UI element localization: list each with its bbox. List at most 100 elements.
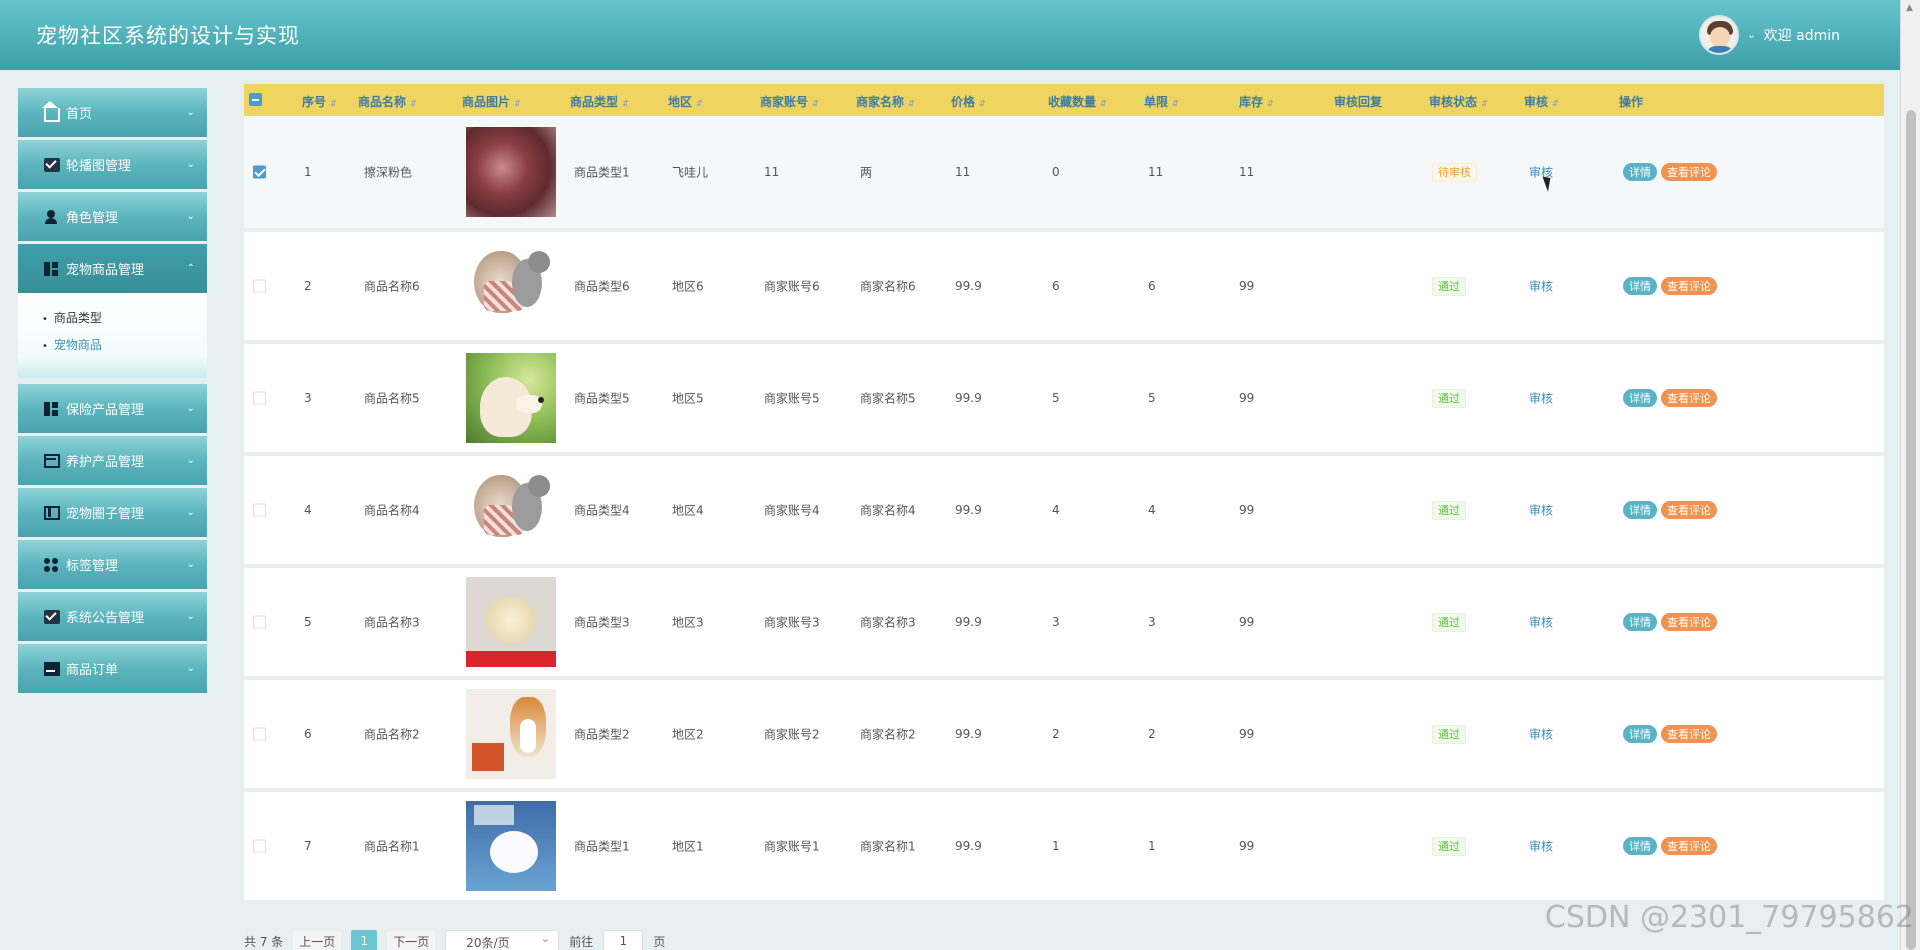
audit-link[interactable]: 审核 [1529,614,1553,631]
cell-type: 商品类型3 [574,615,630,630]
sort-icon[interactable]: ⇵ [410,99,417,108]
sidebar-item-7[interactable]: 标签管理 ⌄ [18,540,207,589]
column-header-13[interactable]: 审核 ⇵ [1524,93,1559,110]
row-checkbox[interactable] [253,391,266,405]
sidebar: 首页⌄轮播图管理⌄角色管理⌄宠物商品管理⌃ 商品类型宠物商品保险产品管理⌄养护产品… [18,88,207,696]
audit-link[interactable]: 审核 [1529,726,1553,743]
detail-button[interactable]: 详情 [1623,725,1657,743]
column-header-8[interactable]: 收藏数量 ⇵ [1048,93,1107,110]
sidebar-item-4[interactable]: 保险产品管理 ⌄ [18,384,207,433]
audit-link[interactable]: 审核 [1529,278,1553,295]
column-header-3[interactable]: 商品类型 ⇵ [570,93,629,110]
view-comments-button[interactable]: 查看评论 [1661,725,1717,743]
column-header-2[interactable]: 商品图片 ⇵ [462,93,521,110]
row-checkbox[interactable] [253,615,266,629]
view-comments-button[interactable]: 查看评论 [1661,389,1717,407]
detail-button[interactable]: 详情 [1623,837,1657,855]
column-label: 收藏数量 [1048,95,1097,109]
column-header-7[interactable]: 价格 ⇵ [951,93,986,110]
status-badge: 通过 [1432,501,1466,520]
grid-icon [44,401,60,416]
chevron-down-icon[interactable]: ⌄ [1747,30,1755,41]
select-all-checkbox[interactable] [249,93,262,106]
vertical-scrollbar[interactable]: ▲ [1900,0,1920,950]
sidebar-item-8[interactable]: 系统公告管理 ⌄ [18,592,207,641]
submenu-item-1[interactable]: 宠物商品 [42,332,207,359]
scroll-up-icon[interactable]: ▲ [1906,3,1913,13]
chevron-down-icon: ⌄ [186,159,195,170]
row-checkbox[interactable] [253,279,266,293]
view-comments-button[interactable]: 查看评论 [1661,501,1717,519]
detail-button[interactable]: 详情 [1623,613,1657,631]
column-header-11[interactable]: 审核回复 [1334,93,1382,110]
cell-stock: 99 [1239,391,1255,405]
view-comments-button[interactable]: 查看评论 [1661,277,1717,295]
audit-link[interactable]: 审核 [1529,502,1553,519]
user-menu[interactable]: ⌄ 欢迎 admin [1699,15,1840,55]
column-header-4[interactable]: 地区 ⇵ [668,93,703,110]
column-header-6[interactable]: 商家名称 ⇵ [856,93,915,110]
column-header-12[interactable]: 审核状态 ⇵ [1429,93,1488,110]
row-checkbox[interactable] [253,727,266,741]
cell-type: 商品类型6 [574,279,630,294]
detail-button[interactable]: 详情 [1623,501,1657,519]
row-checkbox[interactable] [253,839,266,853]
sort-icon[interactable]: ⇵ [1552,99,1559,108]
avatar[interactable] [1699,15,1740,55]
detail-button[interactable]: 详情 [1623,277,1657,295]
column-header-0[interactable]: 序号 ⇵ [302,93,337,110]
welcome-text: 欢迎 admin [1763,28,1840,44]
cell-price: 99.9 [955,503,982,517]
column-header-10[interactable]: 库存 ⇵ [1239,93,1274,110]
cell-limit: 6 [1148,279,1156,293]
cell-no: 3 [304,391,312,405]
prev-page-button[interactable]: 上一页 [293,930,342,950]
row-checkbox[interactable] [253,503,266,517]
sidebar-item-3[interactable]: 宠物商品管理 ⌃ [18,244,207,293]
view-comments-button[interactable]: 查看评论 [1661,837,1717,855]
goto-page-input[interactable]: 1 [603,930,644,950]
sort-icon[interactable]: ⇵ [330,99,337,108]
chevron-down-icon: ⌄ [186,559,195,570]
column-header-9[interactable]: 单限 ⇵ [1144,93,1179,110]
column-header-5[interactable]: 商家账号 ⇵ [760,93,819,110]
sidebar-item-0[interactable]: 首页 ⌄ [18,88,207,137]
page-size-select[interactable]: 20条/页 [445,930,560,950]
sort-icon[interactable]: ⇵ [514,99,521,108]
sort-icon[interactable]: ⇵ [622,99,629,108]
audit-link[interactable]: 审核 [1529,838,1553,855]
next-page-button[interactable]: 下一页 [387,930,436,950]
column-header-1[interactable]: 商品名称 ⇵ [358,93,417,110]
sort-icon[interactable]: ⇵ [908,99,915,108]
cell-no: 5 [304,615,312,629]
sort-icon[interactable]: ⇵ [696,99,703,108]
sidebar-item-6[interactable]: 宠物圈子管理 ⌄ [18,488,207,537]
detail-button[interactable]: 详情 [1623,163,1657,181]
column-header-14[interactable]: 操作 [1619,93,1643,110]
detail-button[interactable]: 详情 [1623,389,1657,407]
table-row: 2 商品名称6 商品类型6 地区6 商家账号6 商家名称6 99.9 6 6 99 通过 审核 详情 查看… [244,232,1884,340]
view-comments-button[interactable]: 查看评论 [1661,163,1717,181]
sidebar-item-9[interactable]: 商品订单 ⌄ [18,644,207,693]
status-badge: 通过 [1432,613,1466,632]
sort-icon[interactable]: ⇵ [979,99,986,108]
submenu-item-0[interactable]: 商品类型 [42,305,207,332]
sidebar-item-2[interactable]: 角色管理 ⌄ [18,192,207,241]
scrollbar-thumb[interactable] [1906,110,1916,950]
goto-label: 前往 [569,934,594,949]
row-checkbox[interactable] [253,165,266,179]
product-image [466,353,556,443]
mail-icon [44,609,60,624]
sort-icon[interactable]: ⇵ [1267,99,1274,108]
sort-icon[interactable]: ⇵ [1100,99,1107,108]
sort-icon[interactable]: ⇵ [1172,99,1179,108]
sidebar-item-1[interactable]: 轮播图管理 ⌄ [18,140,207,189]
sort-icon[interactable]: ⇵ [812,99,819,108]
audit-link[interactable]: 审核 [1529,390,1553,407]
sidebar-item-5[interactable]: 养护产品管理 ⌄ [18,436,207,485]
page-number-button[interactable]: 1 [351,930,378,950]
column-label: 序号 [302,95,327,109]
view-comments-button[interactable]: 查看评论 [1661,613,1717,631]
grid-icon [44,261,60,276]
sort-icon[interactable]: ⇵ [1481,99,1488,108]
